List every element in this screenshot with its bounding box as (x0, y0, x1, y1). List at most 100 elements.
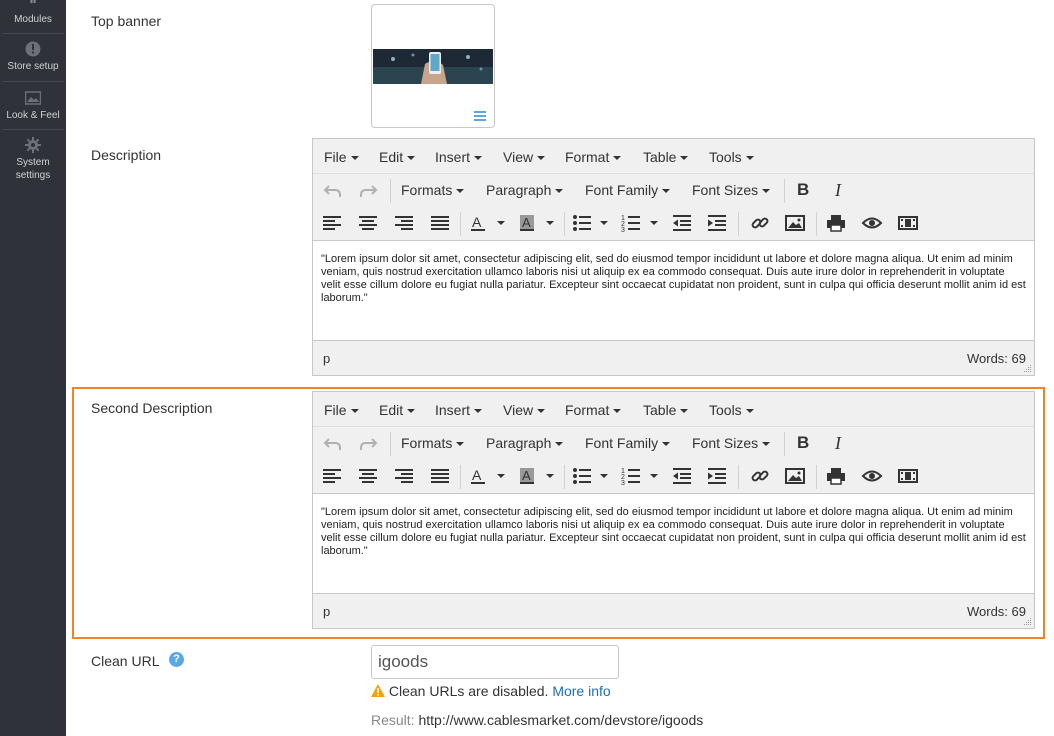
bullet-list-icon[interactable] (571, 212, 611, 234)
redo-icon[interactable] (357, 433, 379, 455)
banner-thumbnail[interactable] (371, 4, 495, 128)
undo-icon[interactable] (322, 180, 344, 202)
outdent-icon[interactable] (671, 212, 693, 234)
align-center-icon[interactable] (357, 465, 379, 487)
menu-table[interactable]: Table (643, 149, 689, 165)
indent-icon[interactable] (706, 465, 728, 487)
menu-format[interactable]: Format (565, 149, 622, 165)
bold-button[interactable]: B (797, 180, 809, 200)
sidebar-item-label: System settings (15, 157, 51, 181)
link-icon[interactable] (749, 465, 771, 487)
bold-button[interactable]: B (797, 433, 809, 453)
toolbar-divider (460, 212, 461, 236)
redo-icon[interactable] (357, 180, 379, 202)
sidebar: Modules Store setup Look & Feel System s… (0, 0, 66, 736)
align-left-icon[interactable] (321, 212, 343, 234)
media-icon[interactable] (897, 212, 919, 234)
menu-view[interactable]: View (503, 402, 546, 418)
element-path[interactable]: p (323, 604, 330, 619)
image-icon[interactable] (784, 465, 806, 487)
sidebar-item-modules[interactable]: Modules (0, 0, 66, 26)
sidebar-divider (2, 33, 64, 34)
media-icon[interactable] (897, 465, 919, 487)
menu-view[interactable]: View (503, 149, 546, 165)
element-path[interactable]: p (323, 351, 330, 366)
menu-file[interactable]: File (324, 149, 359, 165)
font-sizes-dropdown[interactable]: Font Sizes (692, 182, 771, 198)
help-icon[interactable]: ? (169, 652, 184, 667)
store-setup-icon (25, 41, 41, 57)
menu-edit[interactable]: Edit (379, 402, 416, 418)
italic-button[interactable]: I (835, 433, 841, 454)
menu-edit[interactable]: Edit (379, 149, 416, 165)
toolbar-divider (564, 465, 565, 489)
font-family-dropdown[interactable]: Font Family (585, 182, 671, 198)
image-icon[interactable] (784, 212, 806, 234)
outdent-icon[interactable] (671, 465, 693, 487)
menu-tools[interactable]: Tools (709, 149, 754, 165)
align-right-icon[interactable] (393, 465, 415, 487)
formats-dropdown[interactable]: Formats (401, 435, 465, 451)
bullet-list-icon[interactable] (571, 465, 611, 487)
svg-text:A: A (472, 214, 482, 230)
align-center-icon[interactable] (357, 212, 379, 234)
sidebar-item-label: Modules (14, 14, 52, 25)
editor-content[interactable]: "Lorem ipsum dolor sit amet, consectetur… (313, 494, 1034, 594)
background-color-icon[interactable]: A (518, 212, 558, 234)
italic-button[interactable]: I (835, 180, 841, 201)
editor-content[interactable]: "Lorem ipsum dolor sit amet, consectetur… (313, 241, 1034, 341)
word-count: Words: 69 (966, 351, 1026, 366)
toolbar-divider (816, 465, 817, 489)
undo-icon[interactable] (322, 433, 344, 455)
sidebar-item-label: Store setup (7, 61, 59, 72)
svg-text:3: 3 (621, 480, 625, 487)
align-right-icon[interactable] (393, 212, 415, 234)
editor-toolbar-1: Formats Paragraph Font Family Font Sizes… (313, 427, 1034, 461)
background-color-icon[interactable]: A (518, 465, 558, 487)
sidebar-divider (2, 129, 64, 130)
text-color-icon[interactable]: A (469, 465, 509, 487)
text-color-icon[interactable]: A (469, 212, 509, 234)
sidebar-item-store-setup[interactable]: Store setup (0, 41, 66, 73)
preview-eye-icon[interactable] (861, 465, 883, 487)
more-info-link[interactable]: More info (552, 683, 610, 699)
menu-insert[interactable]: Insert (435, 149, 483, 165)
clean-url-warning: Clean URLs are disabled. More info (371, 683, 611, 699)
menu-file[interactable]: File (324, 402, 359, 418)
preview-eye-icon[interactable] (861, 212, 883, 234)
svg-text:A: A (522, 215, 531, 230)
paragraph-dropdown[interactable]: Paragraph (486, 182, 564, 198)
align-left-icon[interactable] (321, 465, 343, 487)
font-sizes-dropdown[interactable]: Font Sizes (692, 435, 771, 451)
align-justify-icon[interactable] (429, 465, 451, 487)
print-icon[interactable] (825, 465, 847, 487)
clean-url-input[interactable] (371, 645, 619, 679)
numbered-list-icon[interactable]: 1 2 3 (621, 465, 661, 487)
align-justify-icon[interactable] (429, 212, 451, 234)
menu-insert[interactable]: Insert (435, 402, 483, 418)
resize-handle-icon[interactable] (1024, 618, 1032, 626)
sidebar-item-look-feel[interactable]: Look & Feel (0, 90, 66, 122)
numbered-list-icon[interactable]: 1 2 3 (621, 212, 661, 234)
sidebar-divider (2, 81, 64, 82)
toolbar-divider (784, 432, 785, 456)
menu-tools[interactable]: Tools (709, 402, 754, 418)
editor-statusbar: p Words: 69 (313, 594, 1034, 628)
toolbar-divider (816, 212, 817, 236)
formats-dropdown[interactable]: Formats (401, 182, 465, 198)
font-family-dropdown[interactable]: Font Family (585, 435, 671, 451)
editor-menubar: File Edit Insert View Format Table Tools (313, 392, 1034, 427)
paragraph-dropdown[interactable]: Paragraph (486, 435, 564, 451)
menu-icon[interactable] (474, 111, 486, 121)
look-feel-icon (25, 91, 41, 105)
toolbar-divider (460, 465, 461, 489)
print-icon[interactable] (825, 212, 847, 234)
menu-table[interactable]: Table (643, 402, 689, 418)
resize-handle-icon[interactable] (1024, 365, 1032, 373)
link-icon[interactable] (749, 212, 771, 234)
word-count: Words: 69 (966, 604, 1026, 619)
menu-format[interactable]: Format (565, 402, 622, 418)
indent-icon[interactable] (706, 212, 728, 234)
toolbar-divider (738, 465, 739, 489)
sidebar-item-system-settings[interactable]: System settings (0, 137, 66, 182)
